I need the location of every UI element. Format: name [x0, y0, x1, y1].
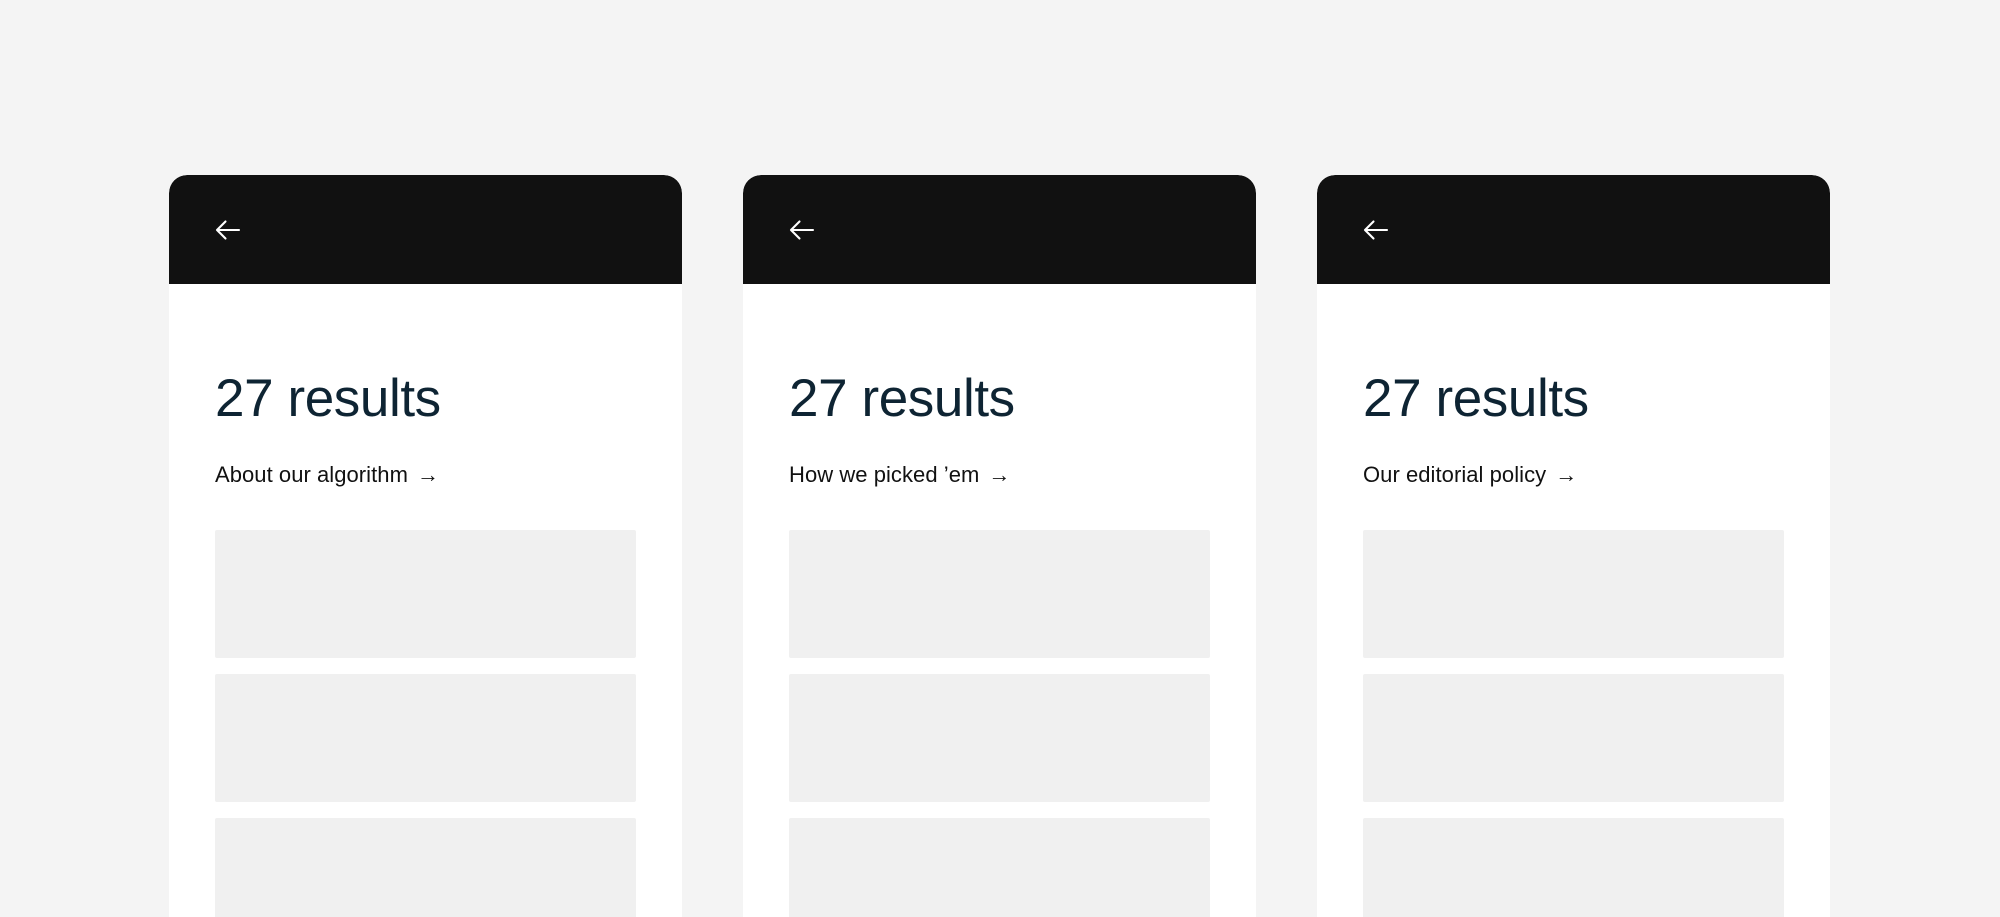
arrow-left-icon: [1363, 219, 1389, 241]
placeholder-block: [1363, 817, 1784, 917]
results-card: 27 results Our editorial policy →: [1317, 175, 1830, 917]
placeholder-block: [1363, 673, 1784, 802]
arrow-left-icon: [789, 219, 815, 241]
placeholder-block: [789, 673, 1210, 802]
placeholder-block: [215, 529, 636, 658]
info-link-label: Our editorial policy: [1363, 462, 1547, 488]
info-link[interactable]: How we picked ’em →: [789, 461, 1210, 489]
card-body: 27 results About our algorithm →: [169, 284, 682, 917]
arrow-right-icon: →: [1555, 462, 1578, 488]
info-link[interactable]: About our algorithm →: [215, 461, 636, 489]
placeholder-block: [789, 817, 1210, 917]
arrow-right-icon: →: [988, 462, 1011, 488]
card-body: 27 results How we picked ’em →: [743, 284, 1256, 917]
arrow-right-icon: →: [416, 462, 440, 488]
back-button[interactable]: [1363, 209, 1405, 251]
card-header-bar: [743, 175, 1256, 284]
placeholder-block: [789, 529, 1210, 658]
screen-canvas: 27 results About our algorithm → 27 resul…: [0, 0, 2000, 917]
placeholder-block: [215, 673, 636, 802]
page-title: 27 results: [1363, 369, 1589, 428]
card-body: 27 results Our editorial policy →: [1317, 284, 1830, 917]
card-header-bar: [1317, 175, 1830, 284]
placeholder-list: [215, 529, 636, 917]
back-button[interactable]: [789, 209, 831, 251]
info-link-label: How we picked ’em: [789, 462, 980, 488]
results-card: 27 results How we picked ’em →: [743, 175, 1256, 917]
placeholder-block: [1363, 529, 1784, 658]
placeholder-list: [1363, 529, 1784, 917]
info-link[interactable]: Our editorial policy →: [1363, 461, 1784, 489]
results-card: 27 results About our algorithm →: [169, 175, 682, 917]
info-link-label: About our algorithm: [215, 462, 408, 488]
page-title: 27 results: [215, 369, 441, 428]
card-header-bar: [169, 175, 682, 284]
back-button[interactable]: [215, 209, 257, 251]
placeholder-block: [215, 817, 636, 917]
placeholder-list: [789, 529, 1210, 917]
page-title: 27 results: [789, 369, 1015, 428]
arrow-left-icon: [215, 219, 241, 241]
